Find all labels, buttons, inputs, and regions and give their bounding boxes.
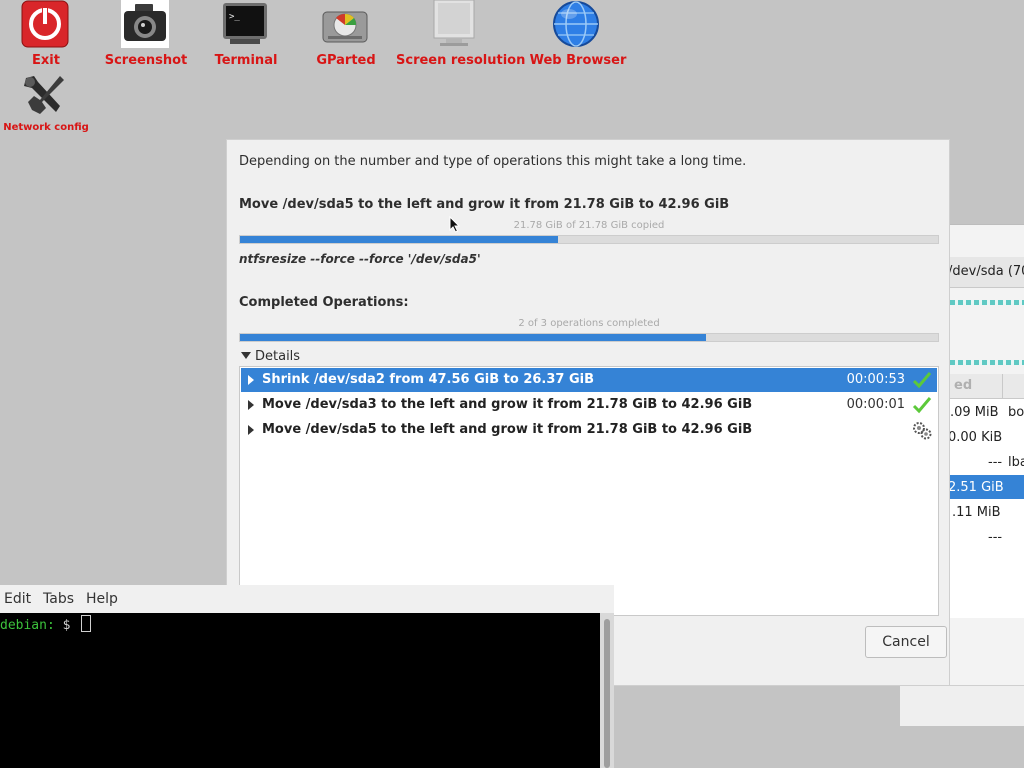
partition-graph-border [950, 360, 1024, 365]
status-bar [900, 685, 1024, 726]
desktop-icon-network-config[interactable]: Network config [2, 70, 90, 136]
shell-prompt[interactable]: debian: $ [0, 615, 92, 633]
menu-help[interactable]: Help [86, 591, 118, 607]
expand-arrow-icon[interactable] [248, 375, 254, 385]
terminal-icon: >_ [223, 3, 267, 44]
desktop-icon-label: Network config [3, 122, 89, 133]
operations-list: Shrink /dev/sda2 from 47.56 GiB to 26.37… [239, 366, 939, 616]
svg-text:>_: >_ [229, 12, 240, 22]
current-operation-title: Move /dev/sda5 to the left and grow it f… [239, 197, 730, 212]
check-icon [912, 397, 932, 414]
cancel-button[interactable]: Cancel [865, 626, 947, 658]
menu-edit[interactable]: Edit [4, 591, 31, 607]
partition-table-header: ed [950, 374, 1024, 399]
desktop-icon-label: GParted [316, 53, 376, 68]
terminal-window[interactable]: Edit Tabs Help debian: $ [0, 585, 614, 768]
prompt-host: debian: [0, 618, 55, 633]
scrollbar-thumb[interactable] [604, 619, 610, 768]
terminal-scrollbar[interactable] [600, 613, 614, 768]
desktop-icon-label: Exit [32, 53, 60, 68]
details-label: Details [255, 349, 301, 364]
completed-progress-text: 2 of 3 operations completed [518, 318, 660, 329]
operation-text: Move /dev/sda5 to the left and grow it f… [262, 422, 753, 437]
desktop-icon-label: Screenshot [104, 53, 188, 68]
used-cell: 0.00 KiB [948, 430, 1003, 445]
used-cell: --- [988, 455, 1003, 470]
desktop-icon-screen-resolution[interactable]: Screen resolution [396, 0, 526, 72]
column-divider [1002, 374, 1003, 398]
completed-progress-fill [240, 334, 706, 341]
desktop-icon-screenshot[interactable]: Screenshot [104, 0, 188, 72]
flags-cell: lba [1008, 455, 1024, 470]
desktop-icon-terminal[interactable]: >_ Terminal [206, 0, 286, 72]
mouse-pointer-icon [449, 216, 461, 233]
operation-text: Shrink /dev/sda2 from 47.56 GiB to 26.37… [262, 372, 595, 387]
menu-tabs[interactable]: Tabs [43, 591, 74, 607]
device-selector[interactable]: /dev/sda (70.( [948, 264, 1024, 279]
power-icon [21, 0, 69, 48]
current-progress-fill [240, 236, 558, 243]
operation-time: 00:00:53 [846, 372, 905, 387]
completed-operations-label: Completed Operations: [239, 295, 409, 310]
used-cell: 2.51 GiB [948, 480, 1004, 495]
terminal-menubar: Edit Tabs Help [0, 585, 614, 613]
used-cell: .09 MiB [950, 405, 999, 420]
globe-icon [553, 1, 599, 47]
used-cell: .11 MiB [952, 505, 1001, 520]
text-cursor [81, 615, 92, 632]
details-expander[interactable]: Details [241, 349, 300, 364]
desktop-icon-label: Terminal [214, 53, 278, 68]
used-cell: --- [988, 530, 1003, 545]
hard-disk-icon [322, 11, 368, 43]
column-header-used[interactable]: ed [954, 378, 972, 393]
partition-graph-border [950, 300, 1024, 305]
current-progress-bar [239, 235, 939, 244]
operation-text: Move /dev/sda3 to the left and grow it f… [262, 397, 753, 412]
expander-down-icon [241, 352, 251, 359]
monitor-icon [433, 0, 475, 46]
prompt-sign: $ [62, 618, 71, 633]
desktop-icon-label: Screen resolution [396, 53, 526, 68]
current-progress-text: 21.78 GiB of 21.78 GiB copied [513, 220, 665, 231]
dialog-intro-text: Depending on the number and type of oper… [239, 154, 747, 169]
flags-cell: bo [1008, 405, 1024, 420]
camera-icon [121, 0, 169, 48]
desktop-icon-exit[interactable]: Exit [10, 0, 82, 72]
operation-time: 00:00:01 [846, 397, 905, 412]
expand-arrow-icon[interactable] [248, 425, 254, 435]
desktop-icon-gparted[interactable]: GParted [306, 0, 386, 72]
tools-icon [24, 76, 64, 114]
desktop-icon-web-browser[interactable]: Web Browser [528, 0, 628, 72]
check-icon [912, 372, 932, 389]
desktop-icon-label: Web Browser [529, 53, 627, 68]
expand-arrow-icon[interactable] [248, 400, 254, 410]
operation-row[interactable]: Move /dev/sda3 to the left and grow it f… [241, 393, 937, 417]
current-command: ntfsresize --force --force '/dev/sda5' [239, 252, 481, 266]
completed-progress-bar [239, 333, 939, 342]
gears-icon [913, 422, 932, 440]
operation-row[interactable]: Move /dev/sda5 to the left and grow it f… [241, 418, 937, 442]
operation-row[interactable]: Shrink /dev/sda2 from 47.56 GiB to 26.37… [241, 368, 937, 392]
